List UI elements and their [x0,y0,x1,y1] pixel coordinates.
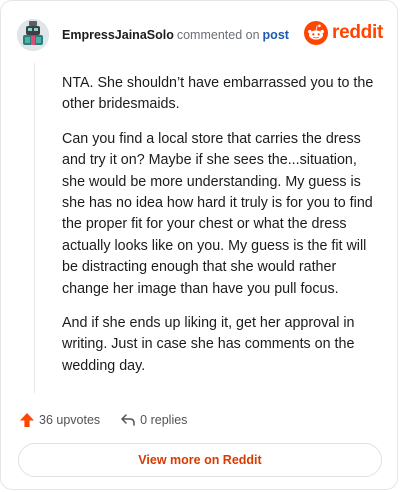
comment-embed-card: EmpressJainaSolo commented on post reddit … [0,0,398,490]
reply-arrow-icon [121,414,135,426]
comment-meta: EmpressJainaSolo commented on post [62,27,289,43]
user-avatar[interactable] [17,19,49,51]
post-link[interactable]: post [263,28,289,42]
reddit-logo[interactable]: reddit [304,21,383,45]
reply-count: 0 replies [140,413,188,427]
reddit-snoo-icon [304,21,329,45]
comment-footer: 36 upvotes 0 replies [19,409,187,431]
avatar-illustration-icon [17,19,49,51]
comment-paragraph: And if she ends up liking it, get her ap… [62,315,355,374]
comment-paragraph: NTA. She shouldn’t have embarrassed you … [62,75,374,113]
comment-body: NTA. She shouldn’t have embarrassed you … [62,73,380,390]
upvote-button[interactable]: 36 upvotes [19,412,100,428]
comment-paragraph: Can you find a local store that carries … [62,130,373,297]
username-link[interactable]: EmpressJainaSolo [62,28,174,42]
thread-line [34,63,35,393]
replies-button[interactable]: 0 replies [120,412,187,428]
comment-action-text: commented on [176,28,260,42]
view-more-button[interactable]: View more on Reddit [18,443,382,477]
comment-header: EmpressJainaSolo commented on post reddit [17,15,383,55]
upvote-arrow-icon [20,413,34,427]
upvote-count: 36 upvotes [39,413,101,427]
brand-wordmark: reddit [332,22,383,43]
